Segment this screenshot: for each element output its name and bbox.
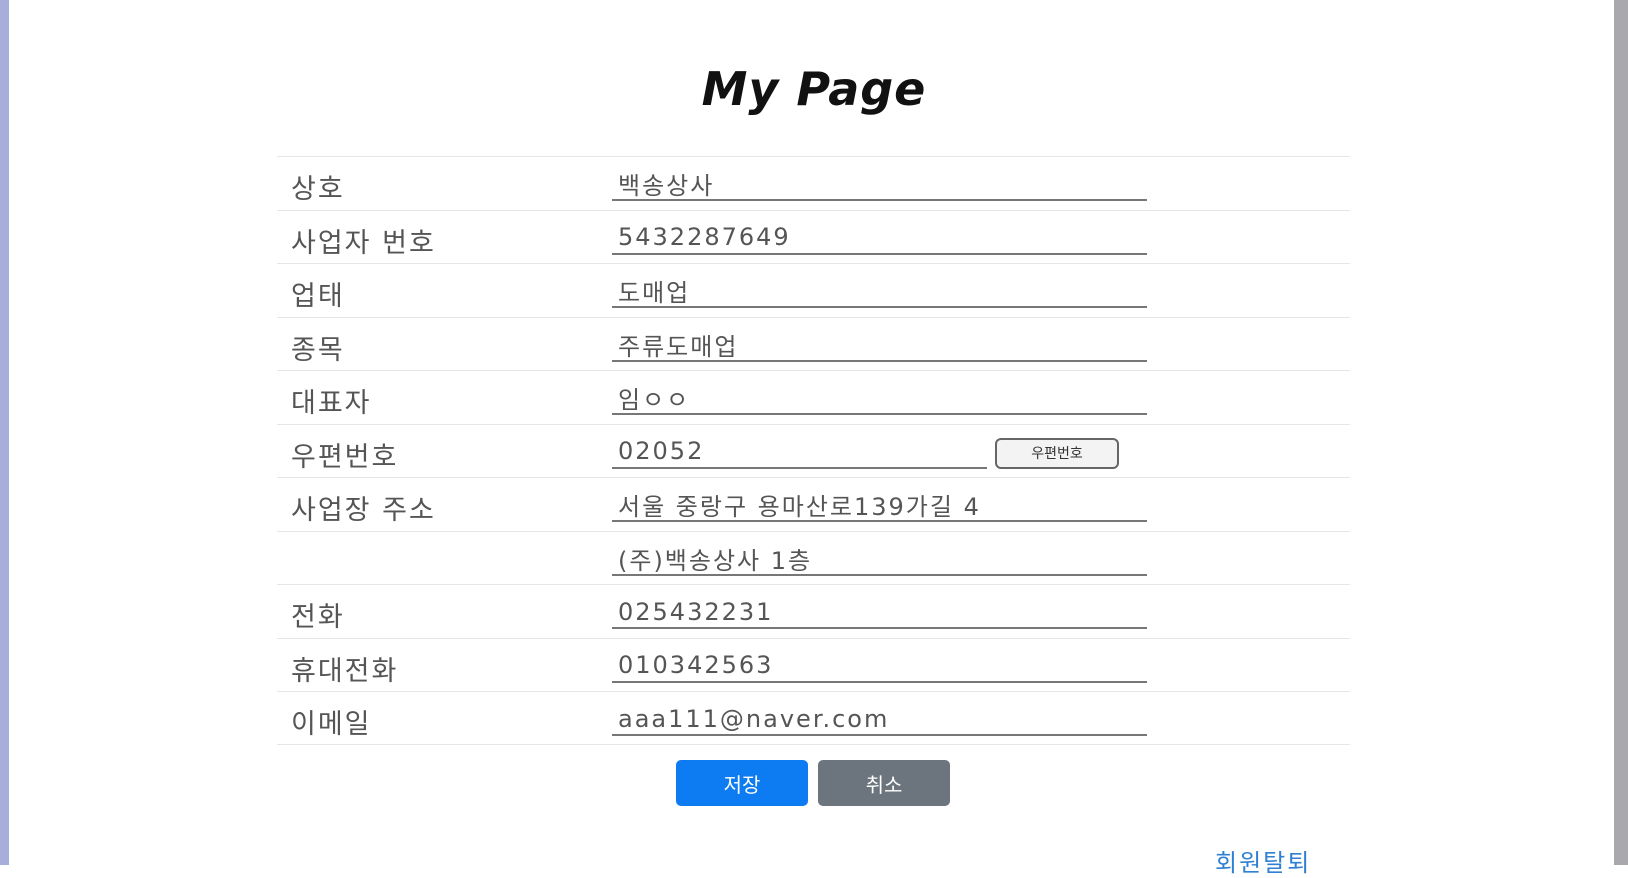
business-number-label: 사업자 번호: [291, 227, 436, 259]
representative-field[interactable]: [612, 382, 1147, 415]
address-field[interactable]: [612, 489, 1147, 522]
form-row-mobile: 휴대전화: [277, 637, 1350, 692]
form-row-phone: 전화: [277, 584, 1350, 638]
form-row-address: 사업장 주소: [277, 477, 1350, 531]
page-title: My Page: [701, 62, 927, 116]
representative-label: 대표자: [291, 388, 372, 419]
postal-code-search-button[interactable]: 우편번호: [995, 437, 1119, 469]
business-item-label: 종목: [291, 334, 345, 366]
form-row-postal-code: 우편번호 우편번호: [277, 423, 1350, 478]
company-name-label: 상호: [291, 174, 345, 205]
business-type-field[interactable]: [612, 275, 1147, 308]
form-row-business-number: 사업자 번호: [277, 209, 1350, 264]
address-label: 사업장 주소: [291, 495, 436, 526]
email-label: 이메일: [291, 709, 372, 740]
company-name-field[interactable]: [612, 168, 1147, 201]
phone-label: 전화: [291, 602, 345, 633]
email-field[interactable]: [612, 703, 1147, 736]
postal-code-field[interactable]: [612, 435, 987, 469]
phone-field[interactable]: [612, 596, 1147, 629]
save-button[interactable]: 저장: [676, 760, 808, 806]
mobile-label: 휴대전화: [291, 655, 399, 687]
business-number-field[interactable]: [612, 221, 1147, 255]
postal-code-label: 우편번호: [291, 441, 399, 473]
window-left-edge: [0, 0, 9, 865]
business-type-label: 업태: [291, 281, 345, 312]
business-item-field[interactable]: [612, 328, 1147, 362]
form-row-company-name: 상호: [277, 156, 1350, 210]
profile-form: 상호 사업자 번호 업태 종목 대표자 우편번호 우편번호 사업장 주소 전화 …: [277, 156, 1350, 745]
cancel-button[interactable]: 취소: [818, 760, 950, 806]
address-detail-field[interactable]: [612, 542, 1147, 576]
withdraw-membership-link[interactable]: 회원탈퇴: [1215, 843, 1311, 878]
form-row-representative: 대표자: [277, 370, 1350, 424]
form-row-address-detail: [277, 530, 1350, 585]
window-scrollbar[interactable]: [1614, 0, 1628, 865]
form-row-business-type: 업태: [277, 263, 1350, 317]
mobile-field[interactable]: [612, 649, 1147, 683]
form-row-email: 이메일: [277, 691, 1350, 745]
form-row-business-item: 종목: [277, 316, 1350, 371]
